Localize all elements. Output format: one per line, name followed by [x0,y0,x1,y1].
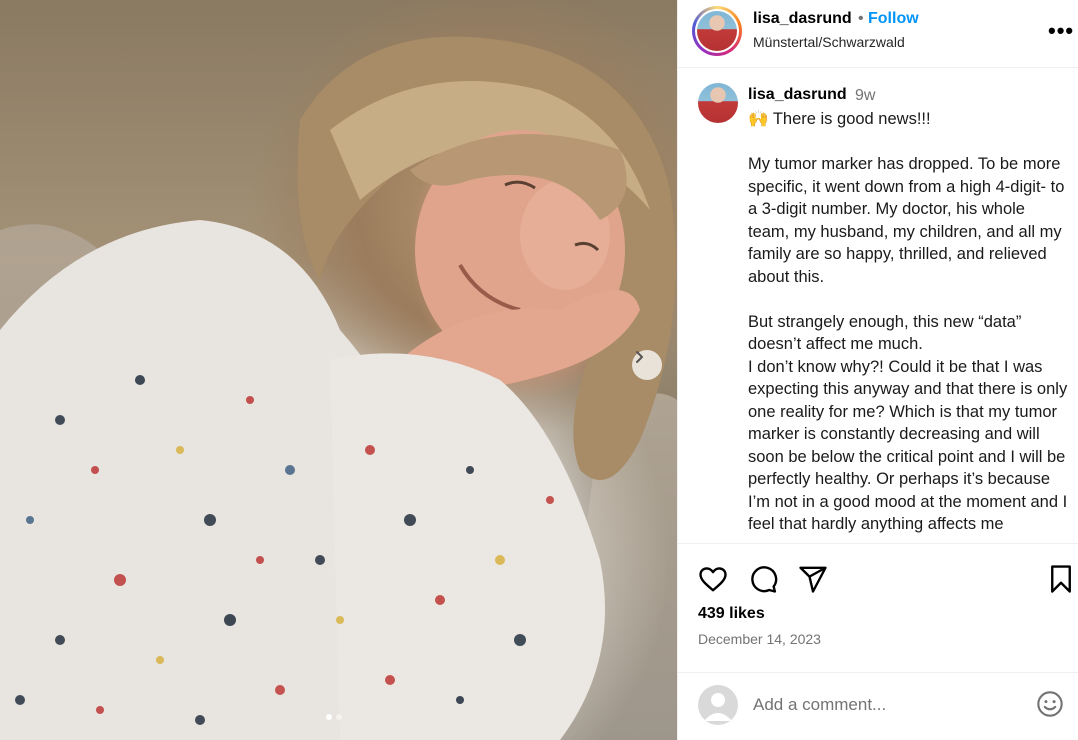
comment-input[interactable] [753,693,1023,717]
caption-text: 🙌 There is good news!!! My tumor marker … [748,110,1068,533]
post-side-panel: lisa_dasrund • Follow Münstertal/Schwarz… [677,0,1078,740]
caption-username[interactable]: lisa_dasrund [748,86,847,104]
header-separator: • [858,10,864,27]
heart-icon[interactable] [698,564,728,594]
share-icon[interactable] [798,564,828,594]
more-options-icon[interactable]: ••• [1048,18,1074,44]
avatar-image [697,11,737,51]
comment-icon[interactable] [748,564,778,594]
profile-avatar[interactable] [692,6,742,56]
emoji-icon[interactable] [1036,690,1064,718]
carousel-dot-active [326,714,332,720]
bookmark-icon[interactable] [1048,564,1074,594]
caption-avatar[interactable] [698,83,738,123]
caption-section: lisa_dasrund 9w 🙌 There is good news!!! … [678,69,1078,543]
header-username[interactable]: lisa_dasrund [753,10,852,28]
default-avatar-icon [704,693,732,721]
comment-bar [678,672,1078,734]
chevron-right-icon [636,351,643,363]
post-photo [0,0,677,740]
photo-illustration [0,36,677,740]
viewer-avatar [698,685,738,725]
carousel-dot [336,714,342,720]
post-actions: 439 likes December 14, 2023 [678,543,1078,740]
follow-button[interactable]: Follow [868,10,919,28]
carousel-next-button[interactable] [632,350,662,380]
post-header: lisa_dasrund • Follow Münstertal/Schwarz… [678,0,1078,68]
post-date: December 14, 2023 [698,631,821,647]
location-link[interactable]: Münstertal/Schwarzwald [753,34,905,50]
carousel-indicator [326,714,342,720]
caption-timestamp: 9w [855,87,876,104]
likes-count[interactable]: 439 likes [698,605,765,623]
